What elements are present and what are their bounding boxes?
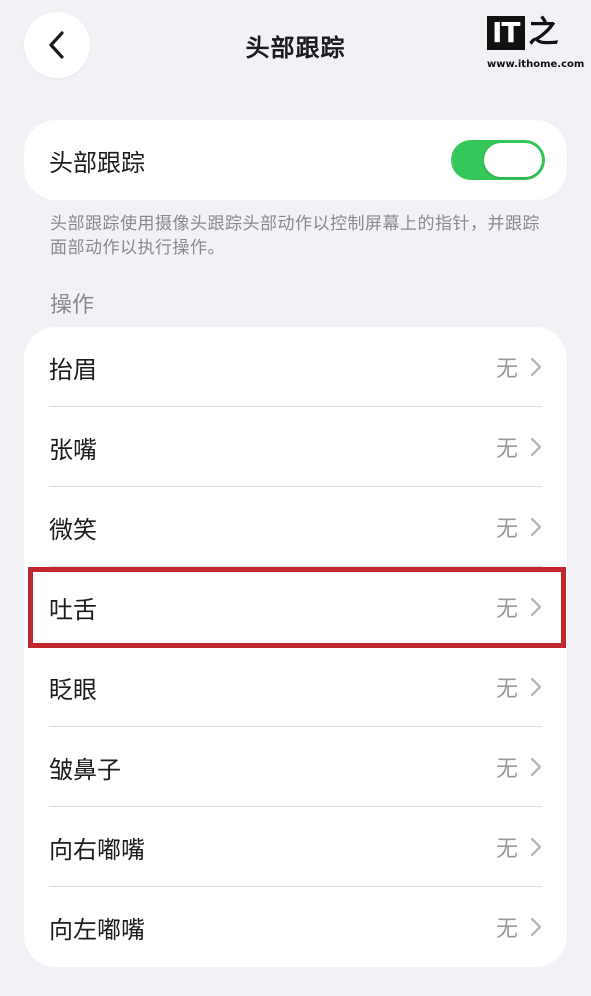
action-label: 眨眼 [49,675,97,704]
action-right: 无 [496,911,542,943]
action-label: 抬眉 [49,355,97,384]
chevron-right-icon [530,677,542,697]
action-row-raise-eyebrows[interactable]: 抬眉 无 [24,327,567,407]
chevron-right-icon [530,357,542,377]
watermark-url: www.ithome.com [487,59,585,70]
action-label: 张嘴 [49,435,97,464]
chevron-right-icon [530,757,542,777]
action-row-pucker-left[interactable]: 向左嘟嘴 无 [24,887,567,967]
action-value: 无 [495,517,518,542]
ithome-logo-char: 之 [528,15,559,50]
chevron-right-icon [530,437,542,457]
action-value: 无 [495,757,518,782]
action-row-smile[interactable]: 微笑 无 [24,487,567,567]
head-tracking-card: 头部跟踪 [24,120,567,200]
head-tracking-toggle[interactable] [451,140,545,180]
action-value: 无 [495,437,518,462]
action-label: 向左嘟嘴 [49,915,145,944]
action-label: 向右嘟嘴 [49,835,145,864]
action-row-blink[interactable]: 眨眼 无 [24,647,567,727]
action-row-pucker-right[interactable]: 向右嘟嘴 无 [24,807,567,887]
head-tracking-description: 头部跟踪使用摄像头跟踪头部动作以控制屏幕上的指针，并跟踪面部动作以执行操作。 [50,214,540,258]
ithome-logo-mark: IT [487,16,525,50]
action-right: 无 [496,831,542,863]
action-value: 无 [495,917,518,942]
chevron-right-icon [530,917,542,937]
action-value: 无 [495,677,518,702]
ithome-logo: IT 之 [487,16,577,50]
action-right: 无 [496,751,542,783]
actions-section-header: 操作 [50,293,95,318]
action-right: 无 [496,351,542,383]
chevron-right-icon [530,597,542,617]
action-right: 无 [496,511,542,543]
action-label: 皱鼻子 [49,755,121,784]
chevron-right-icon [530,837,542,857]
head-tracking-row: 头部跟踪 [24,120,567,200]
action-value: 无 [495,357,518,382]
action-row-stick-out-tongue[interactable]: 吐舌 无 [24,567,567,647]
action-label: 微笑 [49,515,97,544]
action-value: 无 [495,597,518,622]
action-label: 吐舌 [49,595,97,624]
actions-list: 抬眉 无 张嘴 无 微笑 无 吐舌 无 眨眼 无 皱鼻子 无 向右嘟嘴 无 向左… [24,327,567,967]
action-right: 无 [496,671,542,703]
action-right: 无 [496,431,542,463]
action-row-open-mouth[interactable]: 张嘴 无 [24,407,567,487]
toggle-knob [484,143,542,177]
action-right: 无 [496,591,542,623]
action-row-scrunch-nose[interactable]: 皱鼻子 无 [24,727,567,807]
chevron-right-icon [530,517,542,537]
action-value: 无 [495,837,518,862]
head-tracking-label: 头部跟踪 [49,148,145,177]
ithome-watermark: IT 之 www.ithome.com [487,16,585,76]
